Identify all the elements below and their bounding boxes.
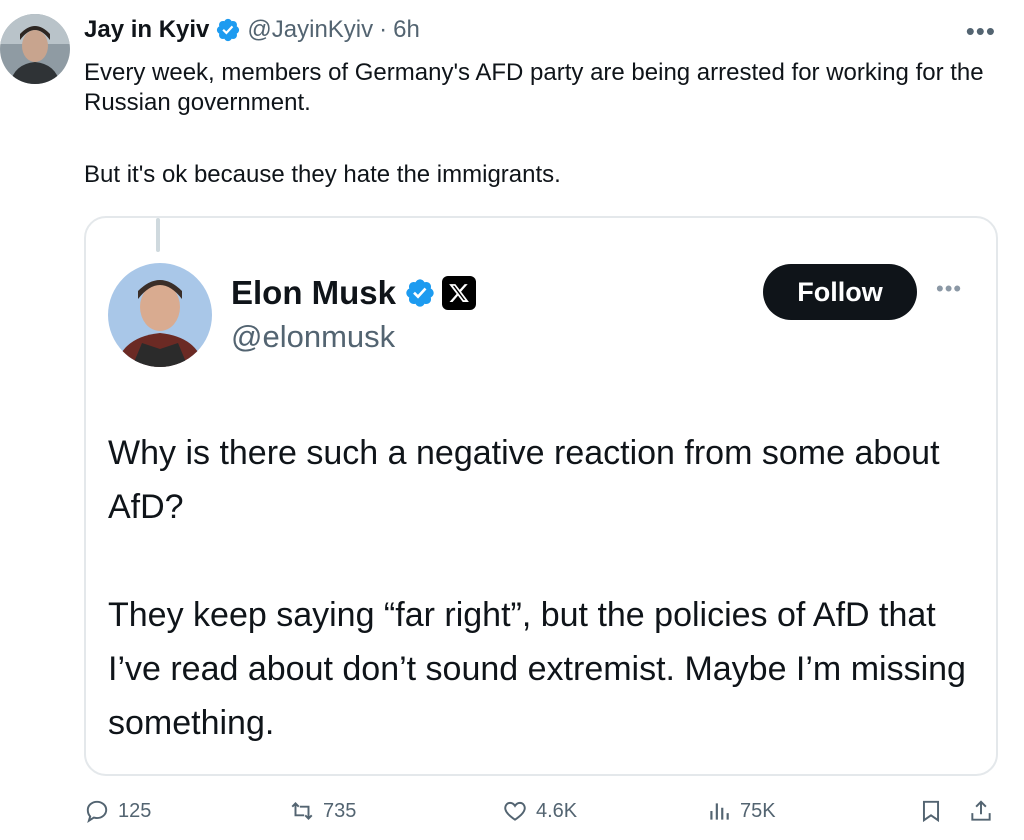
bookmark-button[interactable]	[918, 798, 944, 824]
views-button[interactable]: 75K	[706, 798, 776, 824]
quote-paragraph-2: They keep saying “far right”, but the po…	[108, 596, 966, 742]
repost-icon	[291, 802, 313, 820]
verified-badge-icon	[217, 18, 240, 42]
more-icon[interactable]: •••	[966, 18, 996, 44]
tweet-text: Every week, members of Germany's AFD par…	[84, 58, 984, 190]
author-handle[interactable]: @JayinKyiv	[247, 16, 373, 44]
quote-text: Why is there such a negative reaction fr…	[108, 426, 988, 750]
quote-author-name[interactable]: Elon Musk	[231, 274, 396, 312]
author-avatar[interactable]	[0, 14, 70, 84]
quote-author-handle[interactable]: @elonmusk	[231, 319, 395, 355]
quote-paragraph-1: Why is there such a negative reaction fr…	[108, 434, 940, 526]
verified-badge-icon	[406, 279, 434, 307]
view-count: 75K	[740, 799, 776, 822]
share-icon	[971, 800, 991, 821]
repost-button[interactable]: 735	[289, 798, 356, 824]
like-button[interactable]: 4.6K	[502, 798, 577, 824]
share-button[interactable]	[968, 798, 994, 824]
like-count: 4.6K	[536, 799, 578, 822]
views-icon	[710, 803, 729, 820]
reply-count: 125	[118, 799, 152, 822]
follow-button[interactable]: Follow	[763, 264, 917, 320]
separator: ·	[379, 16, 388, 43]
tweet-text-line2: But it's ok because they hate the immigr…	[84, 161, 561, 188]
bookmark-icon	[922, 800, 940, 823]
tweet-header: Jay in Kyiv @JayinKyiv · 6h	[84, 16, 420, 44]
repost-count: 735	[323, 799, 357, 822]
reply-icon	[86, 800, 108, 823]
action-bar: 125 735 4.6K 75K	[84, 798, 1004, 834]
like-icon	[504, 801, 526, 821]
quote-tweet-card[interactable]: Elon Musk @elonmusk Follow ••• Why is th…	[84, 216, 998, 776]
thread-line	[156, 218, 160, 252]
author-name[interactable]: Jay in Kyiv	[84, 16, 209, 44]
tweet-text-line1: Every week, members of Germany's AFD par…	[84, 59, 984, 116]
reply-button[interactable]: 125	[84, 798, 151, 824]
more-icon[interactable]: •••	[936, 276, 962, 302]
x-logo-icon	[442, 276, 477, 310]
quote-header: Elon Musk	[231, 274, 477, 312]
timestamp[interactable]: 6h	[393, 16, 420, 44]
quote-author-avatar[interactable]	[108, 263, 212, 367]
